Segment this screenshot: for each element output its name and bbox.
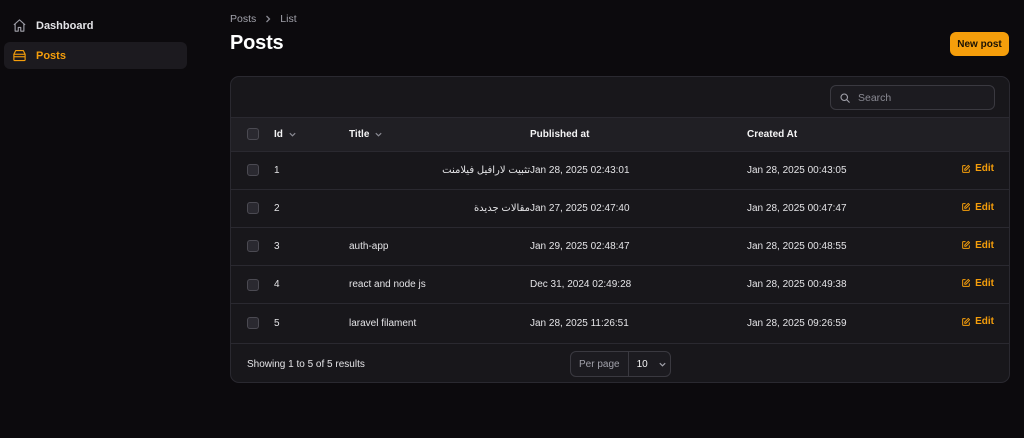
per-page-value-dropdown[interactable]: 10 xyxy=(629,359,667,370)
edit-button[interactable]: Edit xyxy=(961,316,994,327)
cell-created: Jan 28, 2025 00:43:05 xyxy=(747,164,847,176)
table-row: 4 react and node js Dec 31, 2024 02:49:2… xyxy=(231,265,1009,304)
edit-icon xyxy=(961,317,971,327)
edit-icon xyxy=(961,278,971,288)
archive-icon xyxy=(11,48,27,64)
cell-created: Jan 28, 2025 09:26:59 xyxy=(747,317,847,329)
cell-title: auth-app xyxy=(349,240,389,252)
search-input[interactable] xyxy=(858,91,988,104)
column-id-label: Id xyxy=(274,128,283,140)
cell-created: Jan 28, 2025 00:48:55 xyxy=(747,240,847,252)
column-title-label: Title xyxy=(349,128,370,140)
chevron-down-icon xyxy=(374,130,383,139)
posts-table: Id Title Published at Created At 1 تثبيت… xyxy=(231,118,1009,342)
column-published-label: Published at xyxy=(530,128,590,140)
edit-icon xyxy=(961,164,971,174)
edit-label: Edit xyxy=(975,239,994,251)
edit-label: Edit xyxy=(975,277,994,289)
edit-icon xyxy=(961,240,971,250)
breadcrumb-list: List xyxy=(280,13,297,25)
per-page-value: 10 xyxy=(636,358,648,370)
sort-title-header[interactable]: Title xyxy=(349,129,383,140)
select-all-checkbox[interactable] xyxy=(247,128,259,141)
cell-title: تثبيت لارافيل فيلامنت xyxy=(442,164,530,176)
sidebar-item-dashboard[interactable]: Dashboard xyxy=(4,12,187,39)
cell-title: laravel filament xyxy=(349,317,417,329)
cell-published: Dec 31, 2024 02:49:28 xyxy=(530,279,632,291)
row-checkbox[interactable] xyxy=(247,317,259,330)
chevron-down-icon xyxy=(658,360,667,369)
sidebar-item-label: Posts xyxy=(36,49,66,62)
cell-published: Jan 28, 2025 11:26:51 xyxy=(530,317,629,329)
sidebar: Dashboard Posts xyxy=(0,0,196,438)
breadcrumb-posts[interactable]: Posts xyxy=(230,13,256,25)
table-row: 2 مقالات جديدة Jan 27, 2025 02:47:40 Jan… xyxy=(231,189,1009,227)
table-toolbar xyxy=(231,77,1009,118)
cell-id: 4 xyxy=(274,279,280,291)
sort-id-header[interactable]: Id xyxy=(274,129,297,140)
edit-button[interactable]: Edit xyxy=(961,278,994,289)
edit-label: Edit xyxy=(975,201,994,213)
cell-id: 5 xyxy=(274,317,280,329)
sidebar-item-posts[interactable]: Posts xyxy=(4,42,187,69)
table-row: 1 تثبيت لارافيل فيلامنت Jan 28, 2025 02:… xyxy=(231,151,1009,189)
search-icon xyxy=(839,92,851,104)
table-footer: Showing 1 to 5 of 5 results Per page 10 xyxy=(231,343,1009,382)
row-checkbox[interactable] xyxy=(247,278,259,291)
cell-created: Jan 28, 2025 00:49:38 xyxy=(747,279,847,291)
sidebar-item-label: Dashboard xyxy=(36,19,94,32)
cell-published: Jan 29, 2025 02:48:47 xyxy=(530,240,630,252)
table-row: 3 auth-app Jan 29, 2025 02:48:47 Jan 28,… xyxy=(231,227,1009,265)
posts-table-card: Id Title Published at Created At xyxy=(230,76,1010,383)
cell-published: Jan 27, 2025 02:47:40 xyxy=(530,202,630,214)
breadcrumb: Posts List xyxy=(230,13,297,25)
cell-id: 3 xyxy=(274,240,280,252)
row-checkbox[interactable] xyxy=(247,240,259,253)
column-created-label: Created At xyxy=(747,128,798,140)
per-page-select[interactable]: Per page 10 xyxy=(570,351,671,377)
search-box[interactable] xyxy=(830,85,995,110)
cell-id: 2 xyxy=(274,202,280,214)
cell-title: react and node js xyxy=(349,279,426,291)
edit-button[interactable]: Edit xyxy=(961,240,994,251)
cell-created: Jan 28, 2025 00:47:47 xyxy=(747,202,847,214)
cell-title: مقالات جديدة xyxy=(473,202,530,214)
new-post-button[interactable]: New post xyxy=(950,32,1009,56)
per-page-label: Per page xyxy=(571,352,629,376)
edit-label: Edit xyxy=(975,316,994,328)
chevron-right-icon xyxy=(263,14,273,24)
cell-id: 1 xyxy=(274,164,280,176)
table-header-row: Id Title Published at Created At xyxy=(231,118,1009,151)
home-icon xyxy=(11,18,27,34)
edit-button[interactable]: Edit xyxy=(961,202,994,213)
row-checkbox[interactable] xyxy=(247,164,259,177)
chevron-down-icon xyxy=(288,130,297,139)
table-row: 5 laravel filament Jan 28, 2025 11:26:51… xyxy=(231,303,1009,342)
row-checkbox[interactable] xyxy=(247,202,259,215)
results-summary: Showing 1 to 5 of 5 results xyxy=(247,358,365,370)
cell-published: Jan 28, 2025 02:43:01 xyxy=(530,164,630,176)
edit-button[interactable]: Edit xyxy=(961,163,994,174)
page-title: Posts xyxy=(230,32,284,54)
edit-label: Edit xyxy=(975,163,994,175)
edit-icon xyxy=(961,202,971,212)
